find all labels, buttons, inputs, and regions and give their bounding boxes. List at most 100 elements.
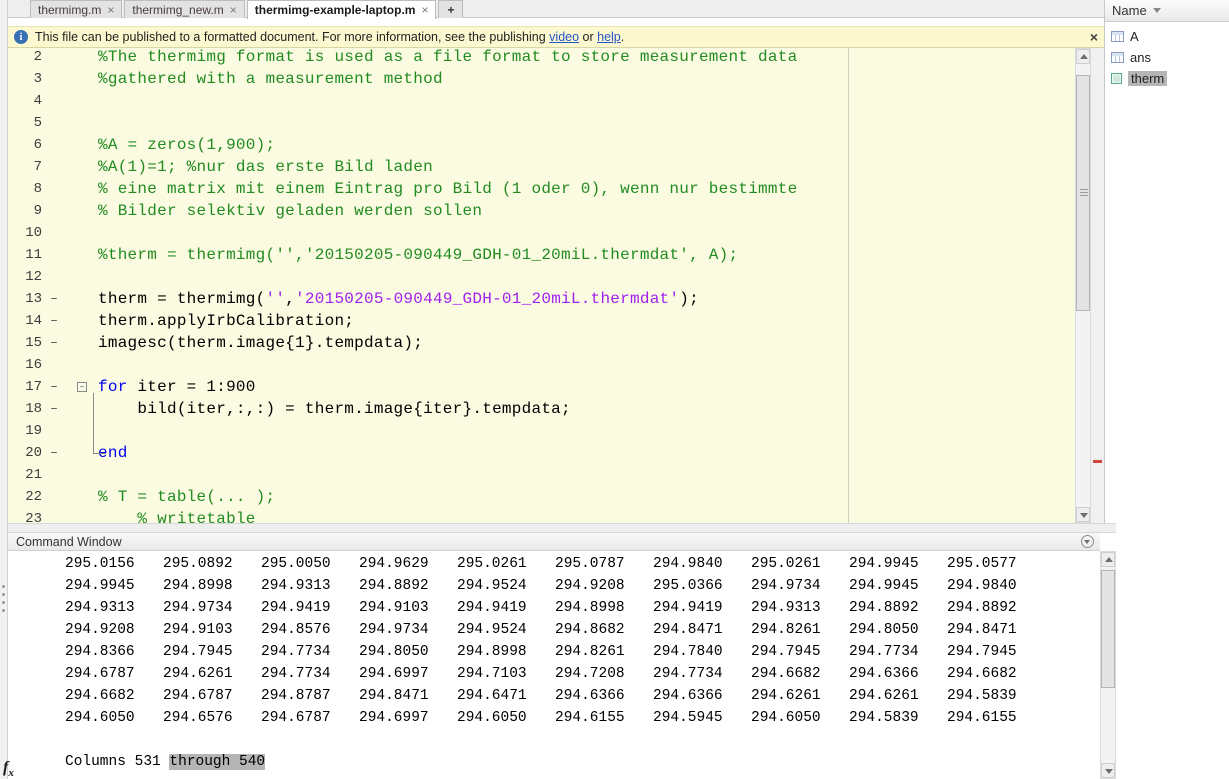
code-warning-marker[interactable] bbox=[1093, 460, 1102, 463]
code-line-16[interactable]: 16 bbox=[8, 354, 1075, 376]
scroll-up-arrow-icon[interactable] bbox=[1076, 49, 1090, 64]
line-number: 12 bbox=[8, 266, 46, 288]
editor-tab[interactable]: thermimg-example-laptop.m × bbox=[247, 0, 437, 19]
object-variable-icon bbox=[1111, 73, 1122, 84]
tab-label: thermimg.m bbox=[38, 3, 101, 17]
code-line-18[interactable]: 18– bild(iter,:,:) = therm.image{iter}.t… bbox=[8, 398, 1075, 420]
output-row: 294.9208294.9103294.8576294.9734294.9524… bbox=[8, 619, 1100, 641]
workspace-variable-therm[interactable]: therm bbox=[1105, 68, 1229, 89]
scroll-up-arrow-icon[interactable] bbox=[1101, 552, 1115, 567]
publish-video-link[interactable]: video bbox=[549, 30, 579, 44]
output-value: 295.0366 bbox=[653, 575, 751, 597]
code-token: % Bilder selektiv geladen werden sollen bbox=[98, 202, 482, 220]
code-line-4[interactable]: 4 bbox=[8, 90, 1075, 112]
code-line-15[interactable]: 15–imagesc(therm.image{1}.tempdata); bbox=[8, 332, 1075, 354]
command-window-scrollbar[interactable] bbox=[1100, 551, 1116, 779]
line-number: 3 bbox=[8, 68, 46, 90]
code-line-6[interactable]: 6%A = zeros(1,900); bbox=[8, 134, 1075, 156]
code-line-22[interactable]: 22% T = table(... ); bbox=[8, 486, 1075, 508]
infobar-text: . bbox=[621, 30, 624, 44]
output-value: 295.0787 bbox=[555, 553, 653, 575]
execute-marker bbox=[46, 222, 62, 244]
horizontal-splitter[interactable] bbox=[8, 523, 1116, 533]
line-number: 4 bbox=[8, 90, 46, 112]
tab-close-icon[interactable]: × bbox=[230, 5, 237, 15]
fx-prompt-icon: fx bbox=[3, 759, 25, 779]
code-line-12[interactable]: 12 bbox=[8, 266, 1075, 288]
output-value: 294.9734 bbox=[359, 619, 457, 641]
output-value: 294.9945 bbox=[65, 575, 163, 597]
columns-text: Columns 531 bbox=[65, 754, 169, 770]
variable-name: ans bbox=[1130, 50, 1151, 65]
left-panel-splitter[interactable] bbox=[0, 0, 8, 779]
code-line-8[interactable]: 8% eine matrix mit einem Eintrag pro Bil… bbox=[8, 178, 1075, 200]
tab-close-icon[interactable]: × bbox=[421, 5, 428, 15]
code-line-14[interactable]: 14–therm.applyIrbCalibration; bbox=[8, 310, 1075, 332]
command-window-output[interactable]: 295.0156295.0892295.0050294.9629295.0261… bbox=[8, 551, 1100, 779]
code-line-11[interactable]: 11%therm = thermimg('','20150205-090449_… bbox=[8, 244, 1075, 266]
code-line-19[interactable]: 19 bbox=[8, 420, 1075, 442]
code-text bbox=[90, 420, 98, 442]
execute-marker bbox=[46, 68, 62, 90]
tab-label: thermimg-example-laptop.m bbox=[255, 3, 416, 17]
output-value: 294.6050 bbox=[65, 707, 163, 729]
scroll-down-arrow-icon[interactable] bbox=[1076, 507, 1090, 522]
output-value: 294.6682 bbox=[65, 685, 163, 707]
output-value: 294.6682 bbox=[947, 663, 1045, 685]
output-value: 294.7734 bbox=[261, 663, 359, 685]
code-line-3[interactable]: 3%gathered with a measurement method bbox=[8, 68, 1075, 90]
workspace-variable-ans[interactable]: ans bbox=[1105, 47, 1229, 68]
tab-close-icon[interactable]: × bbox=[107, 5, 114, 15]
code-line-23[interactable]: 23 % writetable bbox=[8, 508, 1075, 523]
fold-column bbox=[62, 354, 90, 376]
command-scrollbar-thumb[interactable] bbox=[1101, 570, 1115, 688]
fold-column bbox=[62, 244, 90, 266]
code-editor[interactable]: 2%The thermimg format is used as a file … bbox=[8, 48, 1075, 523]
code-line-5[interactable]: 5 bbox=[8, 112, 1075, 134]
code-line-2[interactable]: 2%The thermimg format is used as a file … bbox=[8, 48, 1075, 68]
publish-help-link[interactable]: help bbox=[597, 30, 621, 44]
output-row: 295.0156295.0892295.0050294.9629295.0261… bbox=[8, 553, 1100, 575]
code-token: for bbox=[98, 378, 128, 396]
new-tab-button[interactable]: + bbox=[438, 0, 463, 18]
code-line-13[interactable]: 13–therm = thermimg('','20150205-090449_… bbox=[8, 288, 1075, 310]
workspace-name-header[interactable]: Name bbox=[1105, 0, 1229, 22]
output-value: 294.6576 bbox=[163, 707, 261, 729]
code-line-21[interactable]: 21 bbox=[8, 464, 1075, 486]
editor-vertical-scrollbar[interactable] bbox=[1075, 48, 1091, 523]
output-value: 294.6261 bbox=[849, 685, 947, 707]
fold-column bbox=[62, 332, 90, 354]
line-number: 7 bbox=[8, 156, 46, 178]
output-value: 294.6155 bbox=[555, 707, 653, 729]
workspace-variable-A[interactable]: A bbox=[1105, 26, 1229, 47]
line-number: 15 bbox=[8, 332, 46, 354]
output-value: 294.9103 bbox=[163, 619, 261, 641]
code-token: therm.applyIrbCalibration; bbox=[98, 312, 354, 330]
editor-scrollbar-thumb[interactable] bbox=[1076, 75, 1090, 311]
line-number: 13 bbox=[8, 288, 46, 310]
output-value: 294.7734 bbox=[261, 641, 359, 663]
fold-column bbox=[62, 420, 90, 442]
output-value: 295.0261 bbox=[457, 553, 555, 575]
code-line-10[interactable]: 10 bbox=[8, 222, 1075, 244]
fold-column bbox=[62, 156, 90, 178]
editor-tab[interactable]: thermimg.m × bbox=[30, 0, 122, 18]
code-line-20[interactable]: 20–end bbox=[8, 442, 1075, 464]
panel-collapse-icon[interactable] bbox=[1081, 535, 1094, 548]
editor-tab[interactable]: thermimg_new.m× bbox=[124, 0, 244, 18]
code-token: imagesc(therm.image{1}.tempdata); bbox=[98, 334, 423, 352]
execute-marker: – bbox=[46, 398, 62, 420]
fold-guide-line bbox=[93, 393, 94, 453]
execute-marker bbox=[46, 48, 62, 68]
execute-marker bbox=[46, 354, 62, 376]
code-lines: 2%The thermimg format is used as a file … bbox=[8, 48, 1075, 523]
execute-marker bbox=[46, 486, 62, 508]
output-value: 294.8892 bbox=[947, 597, 1045, 619]
execute-marker bbox=[46, 156, 62, 178]
scroll-down-arrow-icon[interactable] bbox=[1101, 763, 1115, 778]
code-line-9[interactable]: 9% Bilder selektiv geladen werden sollen bbox=[8, 200, 1075, 222]
infobar-close-icon[interactable]: × bbox=[1090, 29, 1098, 45]
code-line-7[interactable]: 7%A(1)=1; %nur das erste Bild laden bbox=[8, 156, 1075, 178]
fold-toggle-icon[interactable]: − bbox=[77, 382, 87, 392]
code-line-17[interactable]: 17–−for iter = 1:900 bbox=[8, 376, 1075, 398]
